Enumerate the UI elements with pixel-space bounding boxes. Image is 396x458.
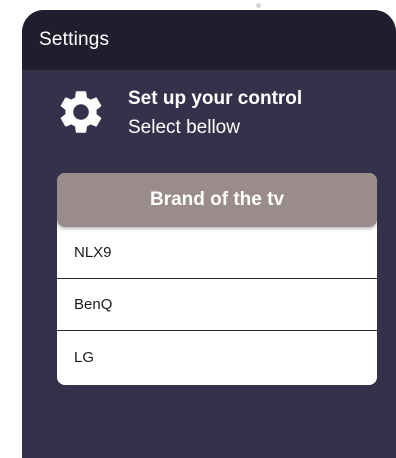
settings-panel: Settings Set up your control Select bell… — [22, 10, 396, 458]
brand-option-benq[interactable]: BenQ — [57, 279, 377, 331]
header-title: Settings — [39, 29, 110, 50]
gear-icon — [60, 91, 102, 133]
setup-title: Set up your control — [128, 88, 303, 109]
brand-option-nlx9[interactable]: NLX9 — [57, 227, 377, 279]
brand-option-lg[interactable]: LG — [57, 331, 377, 383]
brand-list-heading: Brand of the tv — [57, 173, 377, 227]
setup-subtitle: Select bellow — [128, 117, 240, 138]
app-header: Settings — [22, 10, 396, 70]
status-dot — [256, 3, 261, 8]
brand-list-card: Brand of the tv NLX9 BenQ LG — [57, 173, 377, 385]
